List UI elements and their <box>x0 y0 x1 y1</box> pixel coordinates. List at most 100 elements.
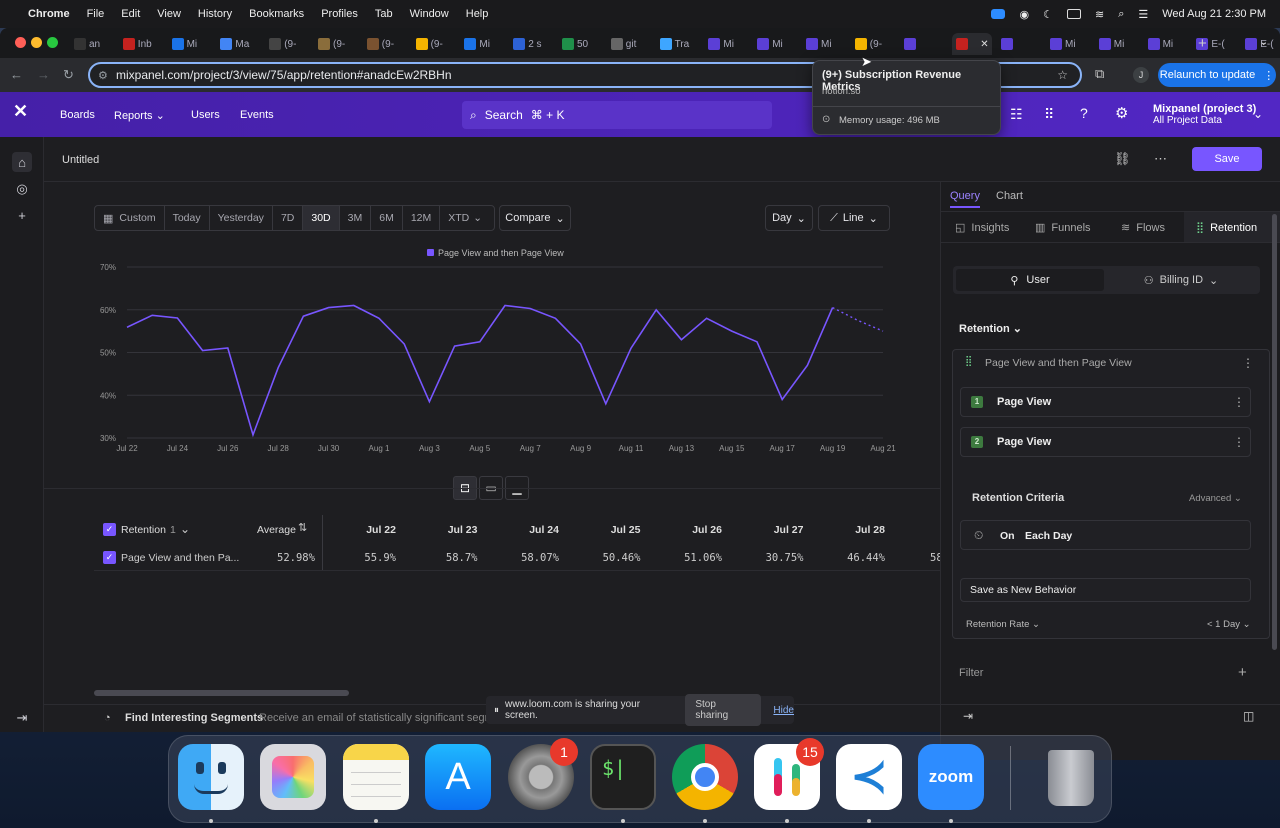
report-type-flows[interactable]: ≋ Flows <box>1121 221 1165 234</box>
browser-tab[interactable]: Ma <box>220 33 264 55</box>
menu-tab[interactable]: Tab <box>375 8 393 20</box>
explore-icon[interactable]: ◎ <box>12 179 32 199</box>
report-type-funnels[interactable]: ▥ Funnels <box>1035 221 1091 234</box>
range-30d[interactable]: 30D <box>303 206 340 230</box>
range-xtd[interactable]: XTD ⌄ <box>440 206 490 230</box>
collapse-panel-icon[interactable]: ⇥ <box>963 709 973 723</box>
site-info-icon[interactable]: ⚙ <box>98 69 108 82</box>
hide-link[interactable]: Hide <box>773 705 794 716</box>
menu-edit[interactable]: Edit <box>121 8 140 20</box>
home-icon[interactable]: ⌂ <box>12 152 32 172</box>
horizontal-scrollbar[interactable] <box>94 690 349 696</box>
step-2-menu-icon[interactable]: ⋮ <box>1233 435 1245 449</box>
zoom-icon[interactable]: zoom <box>918 744 984 810</box>
select-all-checkbox[interactable]: ✓ <box>103 523 116 536</box>
average-header[interactable]: Average <box>257 524 296 536</box>
range-7d[interactable]: 7D <box>273 206 304 230</box>
menu-view[interactable]: View <box>157 8 181 20</box>
browser-tab[interactable]: Inb <box>122 33 167 55</box>
database-icon[interactable]: ☷ <box>1010 106 1023 123</box>
minimize-window-icon[interactable] <box>31 37 42 48</box>
apps-grid-icon[interactable]: ⠿ <box>1044 106 1054 123</box>
retention-section-toggle[interactable]: Retention ⌄ <box>959 322 1022 335</box>
finder-icon[interactable] <box>178 744 244 810</box>
notes-icon[interactable] <box>343 744 409 810</box>
table-column-header[interactable]: Jul 26 <box>692 524 722 536</box>
app-store-icon[interactable]: A <box>425 744 491 810</box>
url-text[interactable]: mixpanel.com/project/3/view/75/app/reten… <box>116 68 452 82</box>
project-switcher[interactable]: Mixpanel (project 3) All Project Data <box>1153 103 1256 127</box>
add-icon[interactable]: + <box>12 205 32 225</box>
chevron-down-icon[interactable]: ⌄ <box>180 522 190 536</box>
behavior-menu-icon[interactable]: ⋮ <box>1242 356 1254 370</box>
reload-icon[interactable]: ↻ <box>63 67 74 83</box>
menu-file[interactable]: File <box>87 8 105 20</box>
browser-tab[interactable]: Mi <box>806 33 850 55</box>
table-header-label[interactable]: Retention <box>121 524 166 536</box>
launchpad-icon[interactable] <box>260 744 326 810</box>
stop-sharing-button[interactable]: Stop sharing <box>685 694 762 726</box>
menu-window[interactable]: Window <box>410 8 449 20</box>
table-column-header[interactable]: Jul 28 <box>855 524 885 536</box>
close-window-icon[interactable] <box>15 37 26 48</box>
menubar-app-name[interactable]: Chrome <box>28 8 70 20</box>
browser-tab[interactable]: (9- <box>415 33 460 55</box>
menu-bookmarks[interactable]: Bookmarks <box>249 8 304 20</box>
advanced-toggle[interactable]: Advanced ⌄ <box>1189 493 1242 504</box>
browser-tab[interactable]: Mi <box>464 33 508 55</box>
browser-tab[interactable]: (9- <box>318 33 362 55</box>
browser-tab[interactable]: Mi <box>708 33 752 55</box>
granularity-dropdown[interactable]: Day ⌄ <box>765 205 813 231</box>
control-center-icon[interactable]: ☰ <box>1138 8 1148 21</box>
row-checkbox[interactable]: ✓ <box>103 551 116 564</box>
browser-tab[interactable]: Mi <box>1050 33 1094 55</box>
nav-events[interactable]: Events <box>240 109 274 121</box>
menubar-clock[interactable]: Wed Aug 21 2:30 PM <box>1162 8 1266 20</box>
entity-user[interactable]: ⚲ User <box>956 269 1104 291</box>
profile-avatar[interactable]: J <box>1133 67 1149 83</box>
browser-tab[interactable]: (9- <box>366 33 411 55</box>
range-yesterday[interactable]: Yesterday <box>210 206 273 230</box>
retention-rate-dropdown[interactable]: Retention Rate ⌄ <box>966 619 1040 630</box>
forward-icon[interactable]: → <box>37 67 50 82</box>
relaunch-button[interactable]: Relaunch to update ⋮ <box>1158 63 1276 87</box>
segments-label[interactable]: Find Interesting Segments <box>125 712 263 724</box>
battery-icon[interactable] <box>1066 9 1081 19</box>
report-type-insights[interactable]: ◱ Insights <box>955 221 1009 234</box>
close-tab-icon[interactable]: ✕ <box>980 39 988 50</box>
menu-history[interactable]: History <box>198 8 232 20</box>
spotlight-icon[interactable]: ⌕ <box>1118 8 1124 21</box>
rate-window-dropdown[interactable]: < 1 Day ⌄ <box>1207 619 1251 630</box>
range-3m[interactable]: 3M <box>340 206 372 230</box>
nav-boards[interactable]: Boards <box>60 109 95 121</box>
browser-tab[interactable]: an <box>74 33 118 55</box>
settings-gear-icon[interactable]: ⚙ <box>1115 104 1128 122</box>
browser-tab[interactable]: (9- <box>854 33 899 55</box>
wifi-icon[interactable]: ≋ <box>1095 8 1104 21</box>
add-filter-icon[interactable]: + <box>1238 664 1247 681</box>
browser-tab[interactable]: Mi <box>171 33 216 55</box>
browser-tab[interactable]: Mi <box>1098 33 1143 55</box>
table-column-header[interactable]: Jul 27 <box>774 524 804 536</box>
panel-layout-icon[interactable]: ◫ <box>1243 709 1254 723</box>
tab-query[interactable]: Query <box>950 190 980 208</box>
back-icon[interactable]: ← <box>10 67 23 82</box>
range-custom[interactable]: ▦ Custom <box>95 206 165 230</box>
expand-sidebar-icon[interactable]: ⇥ <box>12 708 32 728</box>
bookmark-star-icon[interactable]: ☆ <box>1057 68 1068 82</box>
menu-help[interactable]: Help <box>466 8 489 20</box>
table-column-header[interactable]: Jul 25 <box>611 524 641 536</box>
browser-tab[interactable]: Mi <box>1147 33 1192 55</box>
report-type-retention[interactable]: ⣿ Retention <box>1184 212 1280 242</box>
terminal-icon[interactable]: $| <box>590 744 656 810</box>
browser-tab[interactable]: 50 <box>562 33 606 55</box>
nav-reports[interactable]: Reports ⌄ <box>114 109 165 122</box>
tab-chart[interactable]: Chart <box>996 190 1023 202</box>
range-6m[interactable]: 6M <box>371 206 403 230</box>
table-column-header[interactable]: Jul 22 <box>366 524 396 536</box>
zoom-status-icon[interactable] <box>991 9 1006 19</box>
global-search[interactable]: ⌕ Search ⌘ + K <box>462 101 772 129</box>
mixpanel-logo-icon[interactable]: ✕ <box>13 101 28 122</box>
vscode-icon[interactable]: ≺ <box>836 744 902 810</box>
behavior-label[interactable]: Page View and then Page View <box>985 357 1132 369</box>
